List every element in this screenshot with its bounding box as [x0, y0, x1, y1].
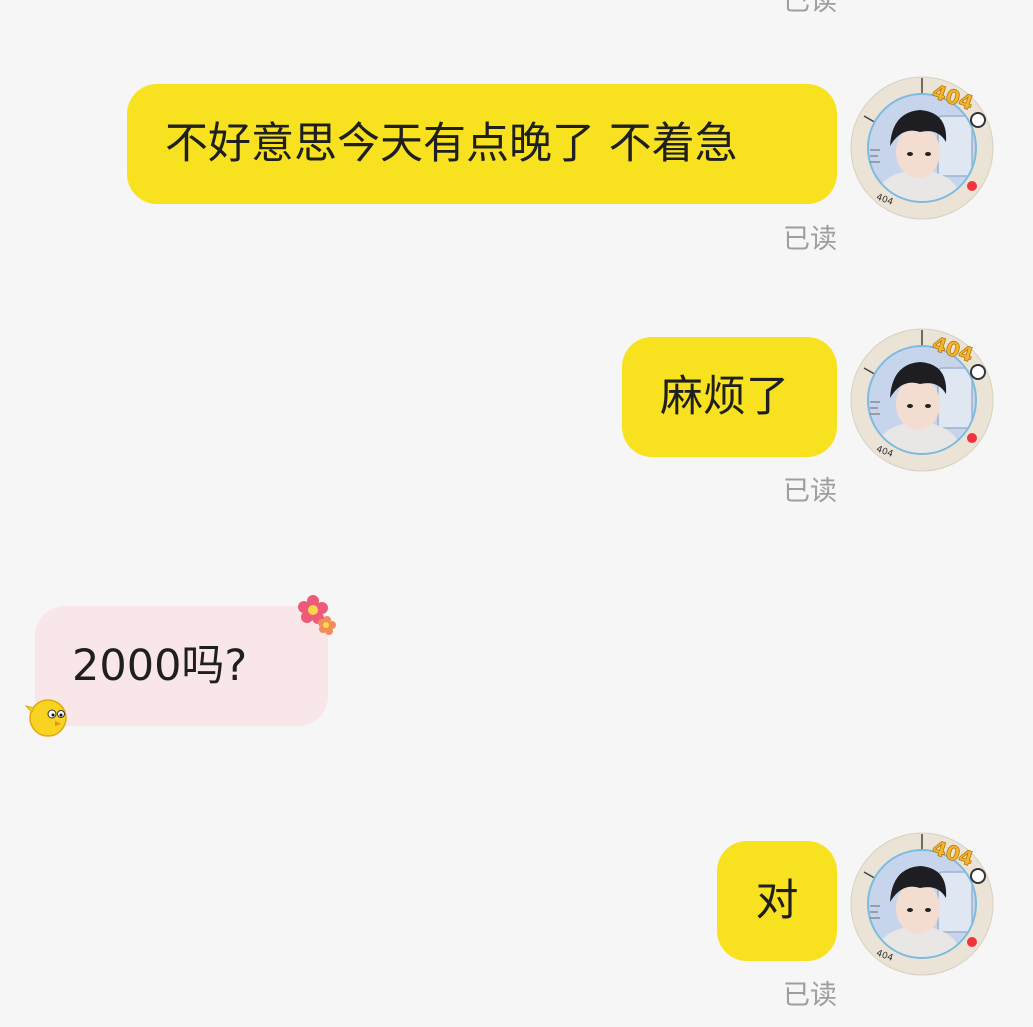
outgoing-message-bubble[interactable]: 麻烦了: [622, 337, 837, 457]
message-text: 2000吗?: [72, 641, 248, 691]
avatar-icon[interactable]: [850, 832, 994, 976]
read-status-top: 已读: [783, 0, 837, 17]
chick-sticker-icon: [24, 699, 67, 737]
incoming-message-bubble[interactable]: 2000吗?: [35, 606, 328, 726]
read-status: 已读: [783, 980, 837, 1011]
read-status: 已读: [783, 476, 837, 507]
message-text: 麻烦了: [660, 372, 789, 422]
flower-sticker-icon: [298, 595, 336, 635]
avatar-icon[interactable]: [850, 328, 994, 472]
chat-conversation: 已读 不好意思今天有点晚了 不着急 已读 麻烦了 已读 2000吗? 对 已读: [0, 0, 1033, 1027]
read-status: 已读: [783, 224, 837, 255]
message-text: 不好意思今天有点晚了 不着急: [165, 119, 738, 169]
outgoing-message-bubble[interactable]: 对: [717, 841, 837, 961]
message-text: 对: [755, 876, 799, 926]
avatar-icon[interactable]: [850, 76, 994, 220]
outgoing-message-bubble[interactable]: 不好意思今天有点晚了 不着急: [127, 84, 837, 204]
